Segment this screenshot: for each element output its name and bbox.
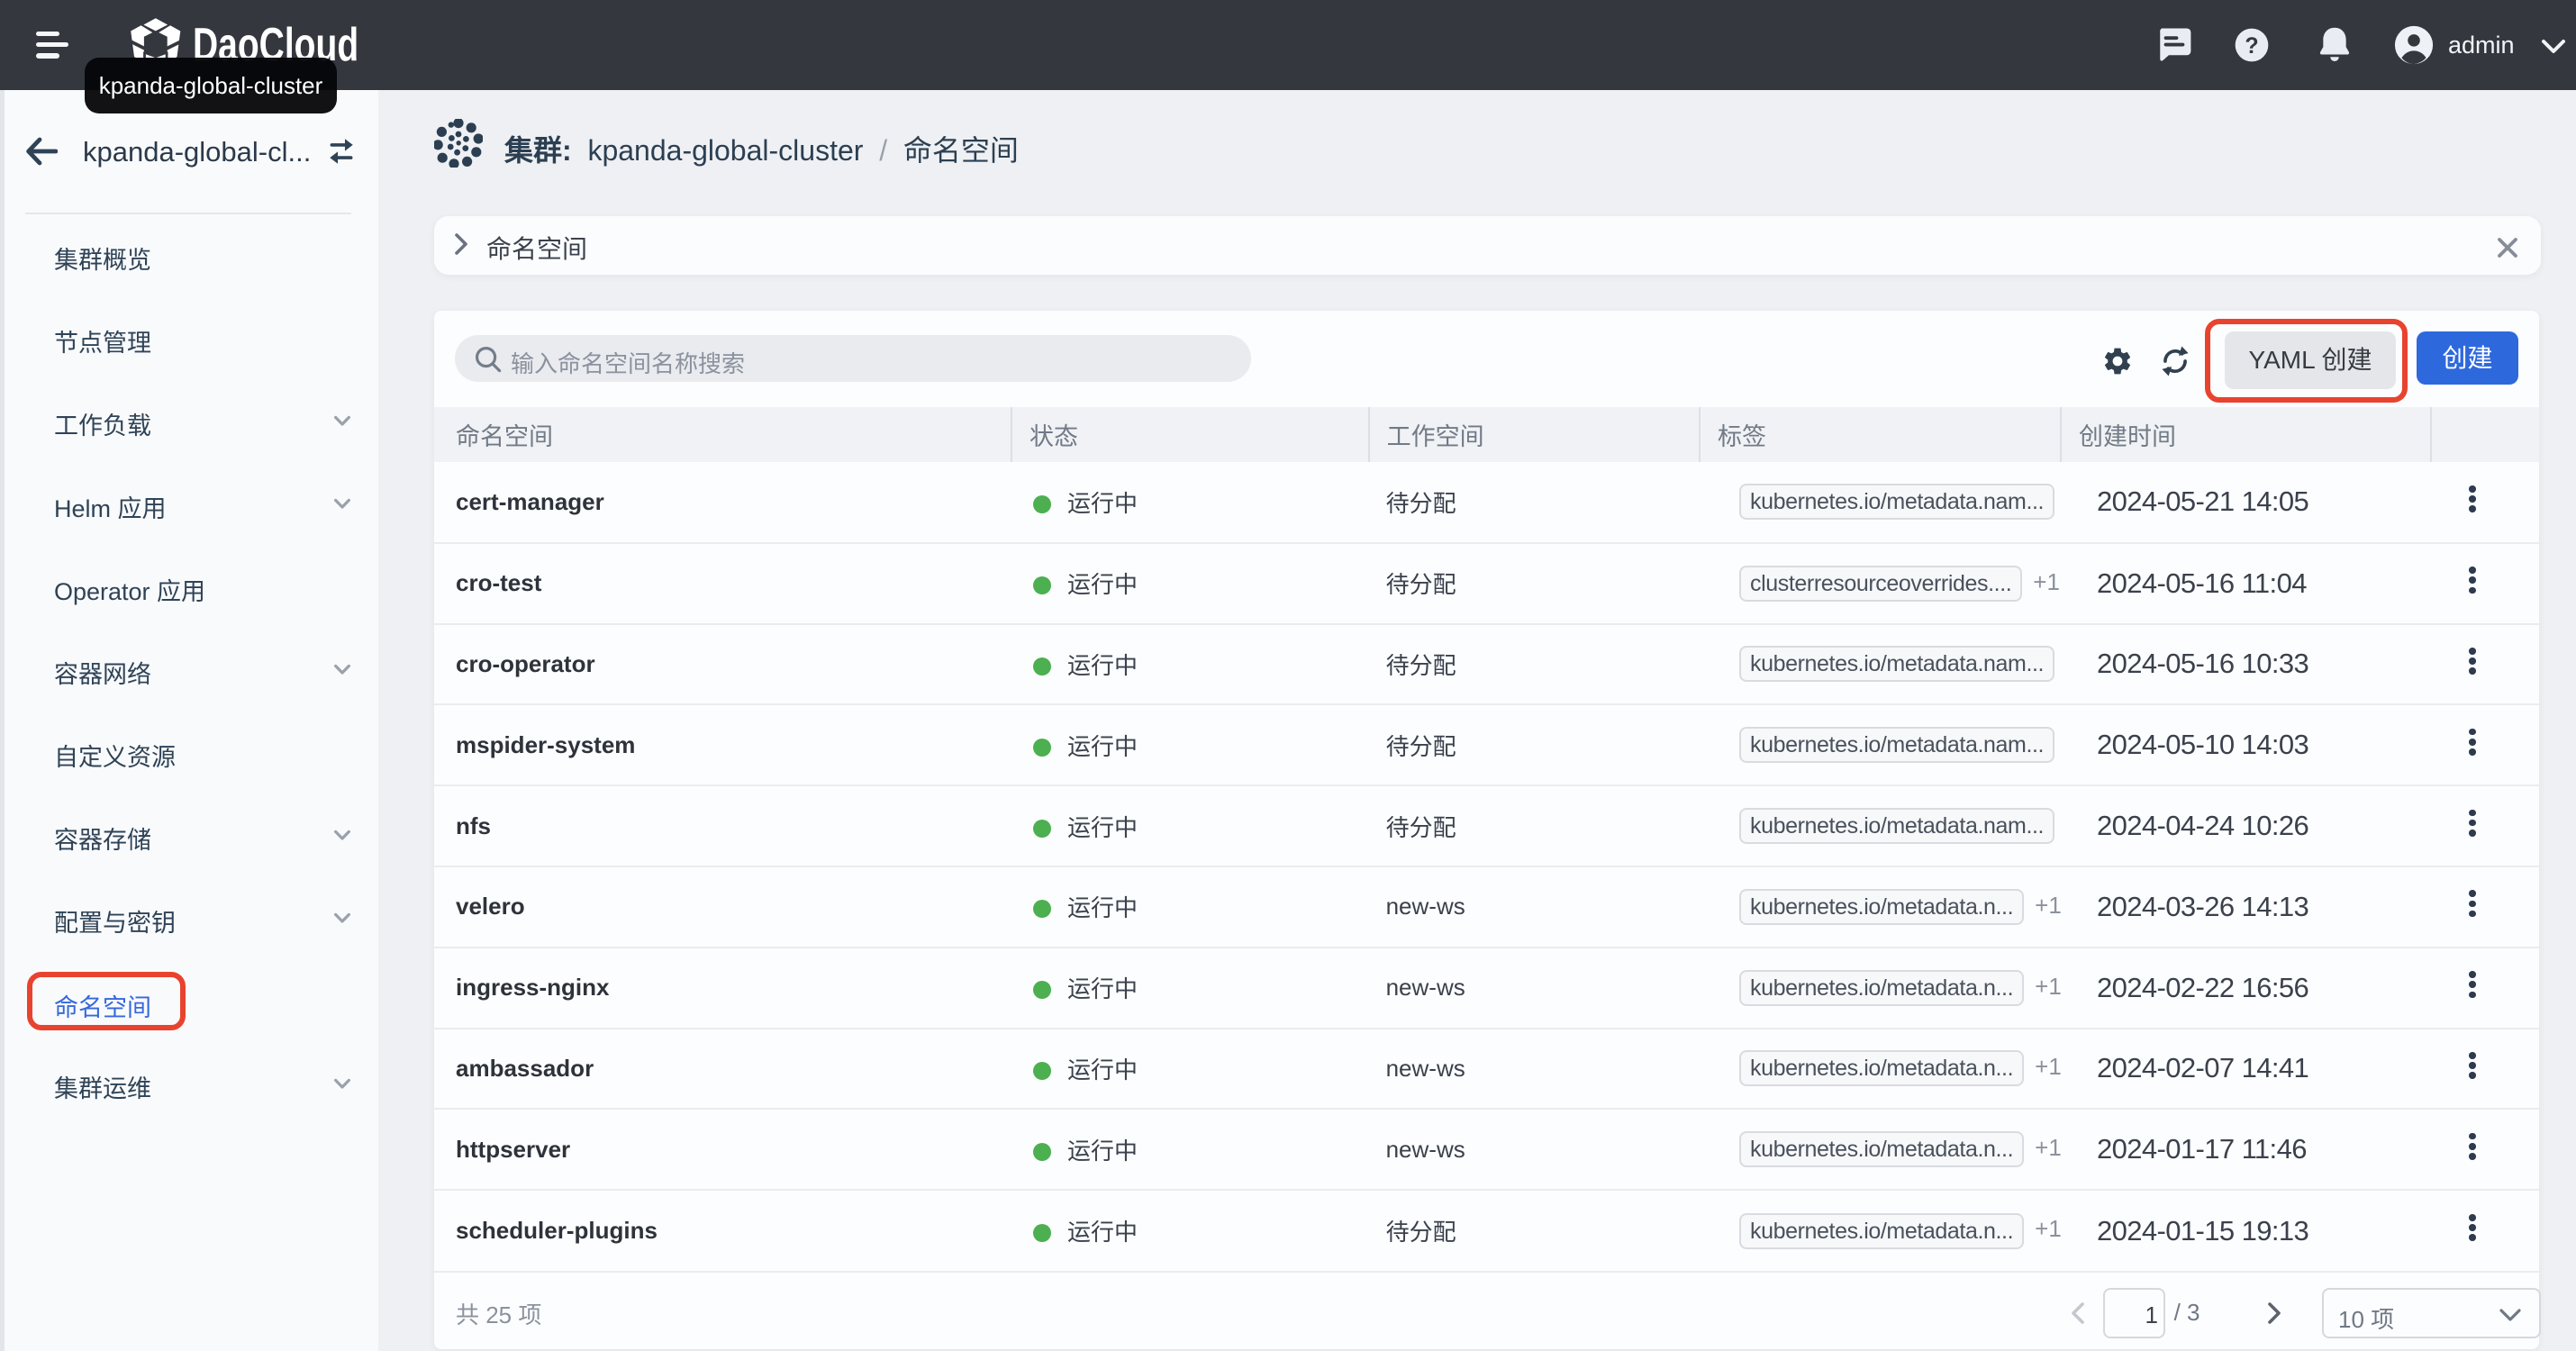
svg-text:?: ? <box>2245 33 2258 59</box>
